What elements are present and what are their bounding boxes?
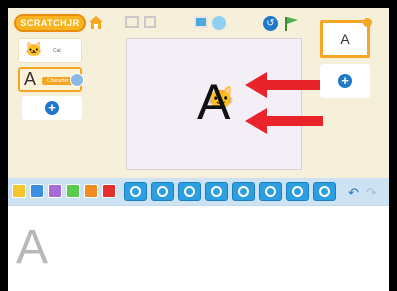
fullscreen-icon[interactable] bbox=[125, 16, 139, 28]
add-sprite-button[interactable]: + bbox=[22, 96, 82, 120]
undo-icon[interactable]: ↶ bbox=[348, 185, 359, 201]
control-category-icon[interactable] bbox=[84, 184, 98, 198]
sprite-cat[interactable]: 🐱 Cat bbox=[18, 38, 82, 63]
end-category-icon[interactable] bbox=[102, 184, 116, 198]
paint-editor-icon[interactable] bbox=[70, 73, 84, 87]
block-palette: ↶ ↷ bbox=[8, 178, 389, 205]
motion-category-icon[interactable] bbox=[30, 184, 44, 198]
background-image-icon[interactable] bbox=[194, 16, 208, 28]
scripting-area[interactable]: A bbox=[8, 205, 389, 291]
grid-icon[interactable] bbox=[212, 16, 226, 30]
sprite-label: Cat bbox=[53, 48, 61, 54]
looks-category-icon[interactable] bbox=[48, 184, 62, 198]
stage[interactable]: 🐱 A bbox=[126, 38, 323, 170]
triggers-category-icon[interactable] bbox=[12, 184, 26, 198]
red-arrow-icon bbox=[245, 108, 323, 134]
home-icon[interactable] bbox=[88, 14, 104, 30]
move-left-block[interactable] bbox=[151, 182, 174, 201]
move-down-block[interactable] bbox=[205, 182, 228, 201]
character-thumbnail: A bbox=[24, 69, 37, 89]
move-up-block[interactable] bbox=[178, 182, 201, 201]
turn-right-block[interactable] bbox=[232, 182, 255, 201]
turn-left-block[interactable] bbox=[259, 182, 282, 201]
hop-block[interactable] bbox=[286, 182, 309, 201]
sound-category-icon[interactable] bbox=[66, 184, 80, 198]
character-watermark: A bbox=[16, 221, 49, 274]
go-home-block[interactable] bbox=[313, 182, 336, 201]
reset-characters-icon[interactable]: ↺ bbox=[263, 16, 278, 31]
cat-thumbnail: 🐱 bbox=[25, 41, 43, 57]
add-page-button[interactable]: + bbox=[320, 64, 370, 98]
red-arrow-icon bbox=[245, 72, 323, 98]
top-area: SCRATCHJR ↺ 🐱 Cat A Character + 🐱 A A + bbox=[8, 8, 389, 178]
plus-icon: + bbox=[45, 101, 59, 115]
scratchjr-app: SCRATCHJR ↺ 🐱 Cat A Character + 🐱 A A + … bbox=[8, 8, 389, 291]
page-letter: A bbox=[340, 31, 350, 47]
sprite-character[interactable]: A Character bbox=[18, 67, 84, 92]
page-thumbnail[interactable]: A bbox=[320, 18, 372, 58]
plus-icon: + bbox=[338, 74, 352, 88]
green-flag-icon[interactable] bbox=[283, 16, 299, 32]
page-badge bbox=[363, 18, 372, 27]
scratchjr-logo: SCRATCHJR bbox=[14, 14, 86, 32]
redo-icon[interactable]: ↷ bbox=[366, 185, 377, 201]
presentation-mode-icon[interactable] bbox=[144, 16, 156, 28]
character-a-on-stage[interactable]: A bbox=[197, 77, 230, 127]
move-right-block[interactable] bbox=[124, 182, 147, 201]
